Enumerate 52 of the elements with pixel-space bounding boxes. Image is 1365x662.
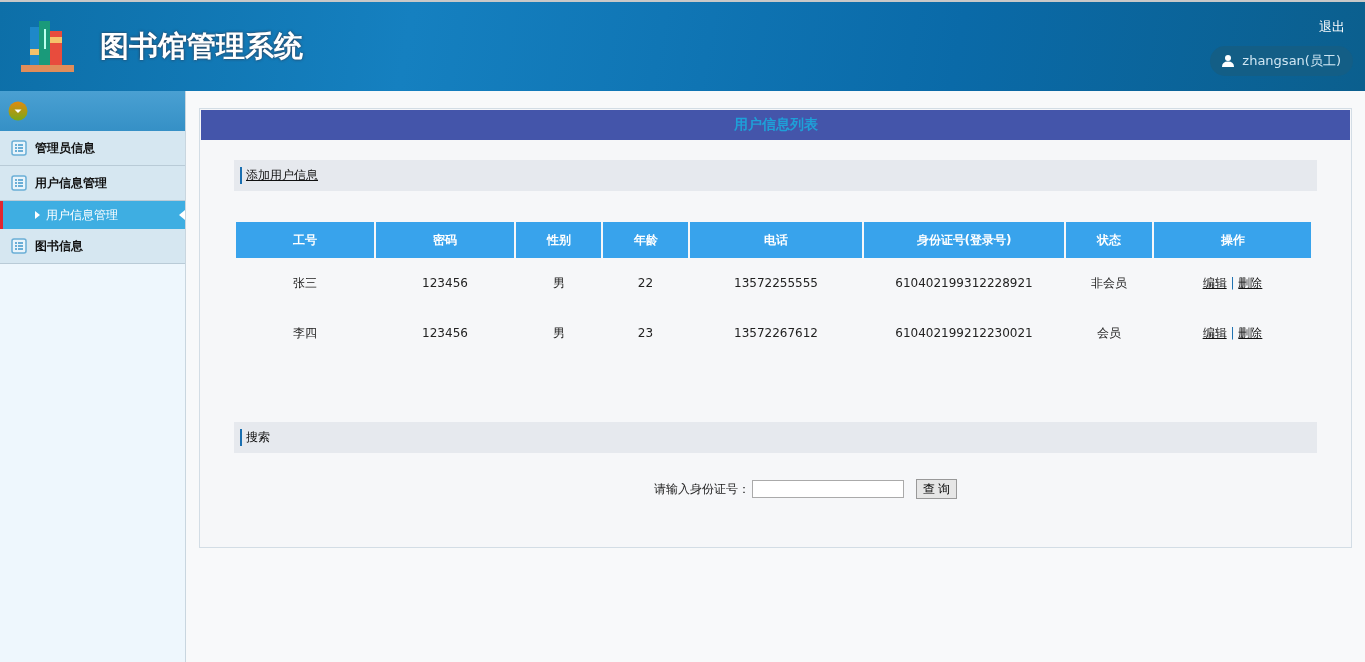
sidebar-item[interactable]: 用户信息管理 — [0, 166, 185, 201]
action-link[interactable]: 删除 — [1238, 325, 1263, 340]
user-name: zhangsan(员工) — [1242, 51, 1341, 70]
table-cell: 610402199312228921 — [895, 276, 1033, 290]
search-label: 请输入身份证号： — [653, 480, 750, 498]
caret-icon — [35, 211, 40, 219]
table-cell: 123456 — [422, 276, 468, 290]
sidebar-item-label: 图书信息 — [35, 237, 83, 255]
table-cell: 张三 — [293, 275, 317, 290]
list-icon — [11, 175, 27, 191]
column-header: 操作 — [1154, 222, 1311, 258]
table-cell: 男 — [552, 325, 565, 340]
list-icon — [11, 140, 27, 156]
table-cell: 非会员 — [1091, 275, 1127, 290]
table-cell: 会员 — [1097, 325, 1121, 340]
sidebar-subitem-label: 用户信息管理 — [46, 206, 118, 224]
sidebar-item-label: 管理员信息 — [35, 139, 95, 157]
sidebar-item-label: 用户信息管理 — [35, 174, 107, 192]
collapse-toggle-icon[interactable] — [8, 101, 28, 121]
books-logo-icon — [20, 18, 76, 75]
table-cell: 123456 — [422, 326, 468, 340]
action-link[interactable]: 编辑 — [1202, 325, 1227, 340]
separator: | — [1230, 275, 1235, 290]
column-header: 状态 — [1066, 222, 1152, 258]
column-header: 工号 — [236, 222, 374, 258]
action-link[interactable]: 编辑 — [1202, 275, 1227, 290]
user-icon — [1222, 54, 1235, 67]
column-header: 性别 — [516, 222, 601, 258]
table-cell: 李四 — [293, 325, 317, 340]
table-cell: 22 — [637, 276, 654, 290]
active-pointer-icon — [179, 210, 185, 220]
sidebar-item[interactable]: 管理员信息 — [0, 131, 185, 166]
id-number-field[interactable] — [751, 480, 904, 498]
panel-title: 用户信息列表 — [733, 116, 818, 134]
column-header: 年龄 — [603, 222, 688, 258]
action-link[interactable]: 删除 — [1238, 275, 1263, 290]
column-header: 身份证号(登录号) — [864, 222, 1064, 258]
separator: | — [1230, 325, 1235, 340]
logout-link[interactable]: 退出 — [1319, 17, 1345, 36]
app-title: 图书馆管理系统 — [100, 27, 303, 65]
column-header: 电话 — [690, 222, 862, 258]
table-cell: 23 — [637, 326, 654, 340]
table-cell: 男 — [552, 275, 565, 290]
query-button[interactable]: 查 询 — [915, 479, 958, 499]
table-cell: 610402199212230021 — [895, 326, 1033, 340]
list-icon — [11, 238, 27, 254]
table-cell: 13572255555 — [734, 276, 818, 290]
section-title: 搜索 — [240, 429, 270, 446]
table-cell: 13572267612 — [734, 326, 818, 340]
sidebar-item[interactable]: 图书信息 — [0, 229, 185, 264]
add-user-link[interactable]: 添加用户信息 — [246, 168, 318, 182]
column-header: 密码 — [376, 222, 514, 258]
